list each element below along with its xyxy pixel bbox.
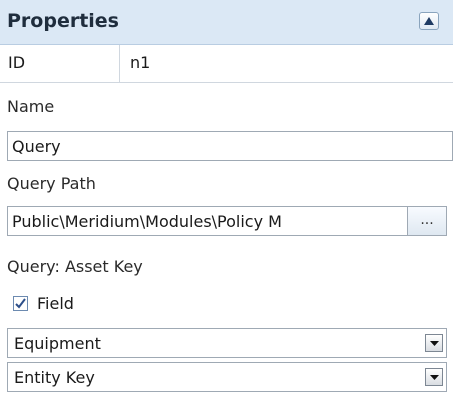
- family-select-arrow[interactable]: [425, 334, 443, 352]
- id-value: n1: [130, 53, 151, 72]
- name-input-value: Query: [12, 137, 61, 156]
- field-checkbox[interactable]: [13, 296, 28, 311]
- query-path-value: Public\Meridium\Modules\Policy M: [12, 212, 282, 231]
- name-label: Name: [7, 97, 55, 116]
- family-select-value: Equipment: [14, 334, 101, 353]
- checkmark-icon: [15, 298, 26, 309]
- field-checkbox-label: Field: [37, 294, 74, 313]
- chevron-down-icon: [430, 375, 439, 380]
- triangle-up-icon: [424, 17, 434, 25]
- field-select-arrow[interactable]: [425, 368, 443, 386]
- asset-key-label: Query: Asset Key: [7, 257, 143, 276]
- id-divider: [119, 45, 120, 82]
- query-path-input[interactable]: Public\Meridium\Modules\Policy M: [7, 206, 407, 236]
- panel-header: Properties: [0, 0, 453, 45]
- properties-panel: Properties ID n1 Name Query Query Path P…: [0, 0, 453, 402]
- family-select[interactable]: Equipment: [7, 328, 447, 358]
- id-row: ID n1: [0, 45, 453, 83]
- chevron-down-icon: [430, 341, 439, 346]
- panel-title: Properties: [7, 10, 119, 32]
- name-input[interactable]: Query: [7, 131, 453, 161]
- id-label: ID: [8, 53, 26, 72]
- query-path-label: Query Path: [7, 174, 96, 193]
- field-select-value: Entity Key: [14, 368, 95, 387]
- browse-button[interactable]: ...: [407, 206, 447, 236]
- field-select[interactable]: Entity Key: [7, 362, 447, 392]
- collapse-button[interactable]: [419, 12, 439, 30]
